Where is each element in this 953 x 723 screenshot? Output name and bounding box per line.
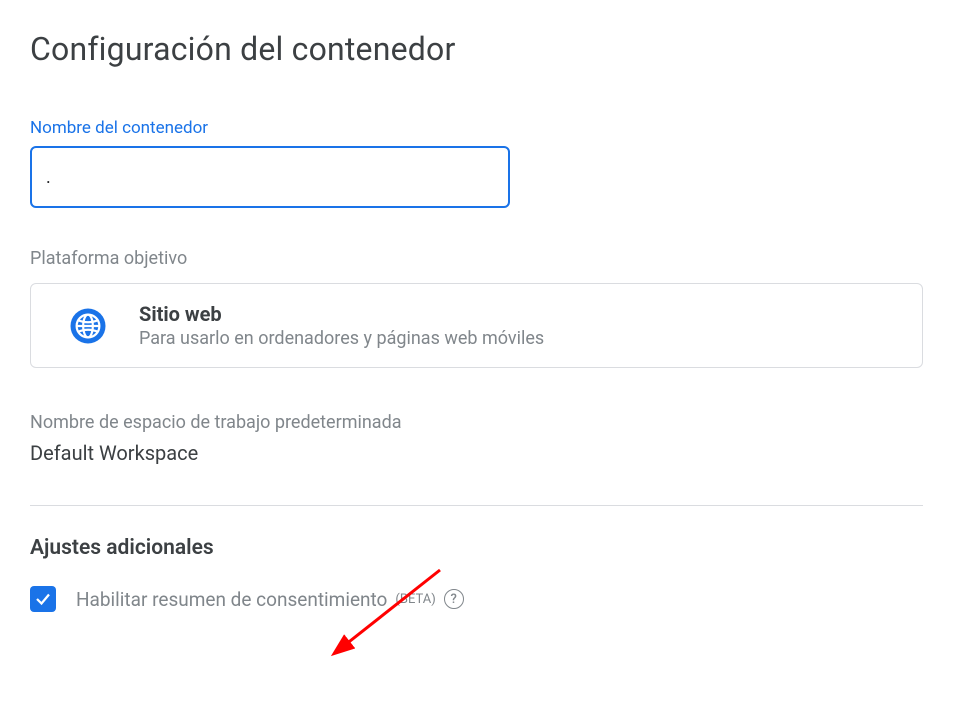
- separator: [30, 505, 923, 506]
- workspace-value: Default Workspace: [30, 441, 923, 465]
- globe-icon: [65, 303, 111, 349]
- help-icon[interactable]: ?: [444, 589, 464, 609]
- consent-overview-checkbox[interactable]: [30, 586, 56, 612]
- workspace-label: Nombre de espacio de trabajo predetermin…: [30, 412, 923, 433]
- container-name-input[interactable]: [30, 146, 510, 208]
- consent-overview-label: Habilitar resumen de consentimiento (BET…: [76, 588, 464, 611]
- consent-overview-row: Habilitar resumen de consentimiento (BET…: [30, 586, 923, 612]
- additional-settings-title: Ajustes adicionales: [30, 536, 923, 560]
- annotation-arrow: [330, 560, 450, 670]
- platform-text: Sitio web Para usarlo en ordenadores y p…: [139, 302, 544, 349]
- container-settings-page: Configuración del contenedor Nombre del …: [0, 0, 953, 723]
- check-icon: [34, 590, 52, 608]
- platform-card-web[interactable]: Sitio web Para usarlo en ordenadores y p…: [30, 283, 923, 368]
- beta-badge: (BETA): [395, 592, 435, 607]
- page-title: Configuración del contenedor: [30, 30, 923, 68]
- consent-overview-text: Habilitar resumen de consentimiento: [76, 588, 387, 611]
- platform-section-label: Plataforma objetivo: [30, 248, 923, 269]
- platform-description: Para usarlo en ordenadores y páginas web…: [139, 328, 544, 349]
- container-name-label: Nombre del contenedor: [30, 118, 923, 138]
- platform-title: Sitio web: [139, 302, 544, 326]
